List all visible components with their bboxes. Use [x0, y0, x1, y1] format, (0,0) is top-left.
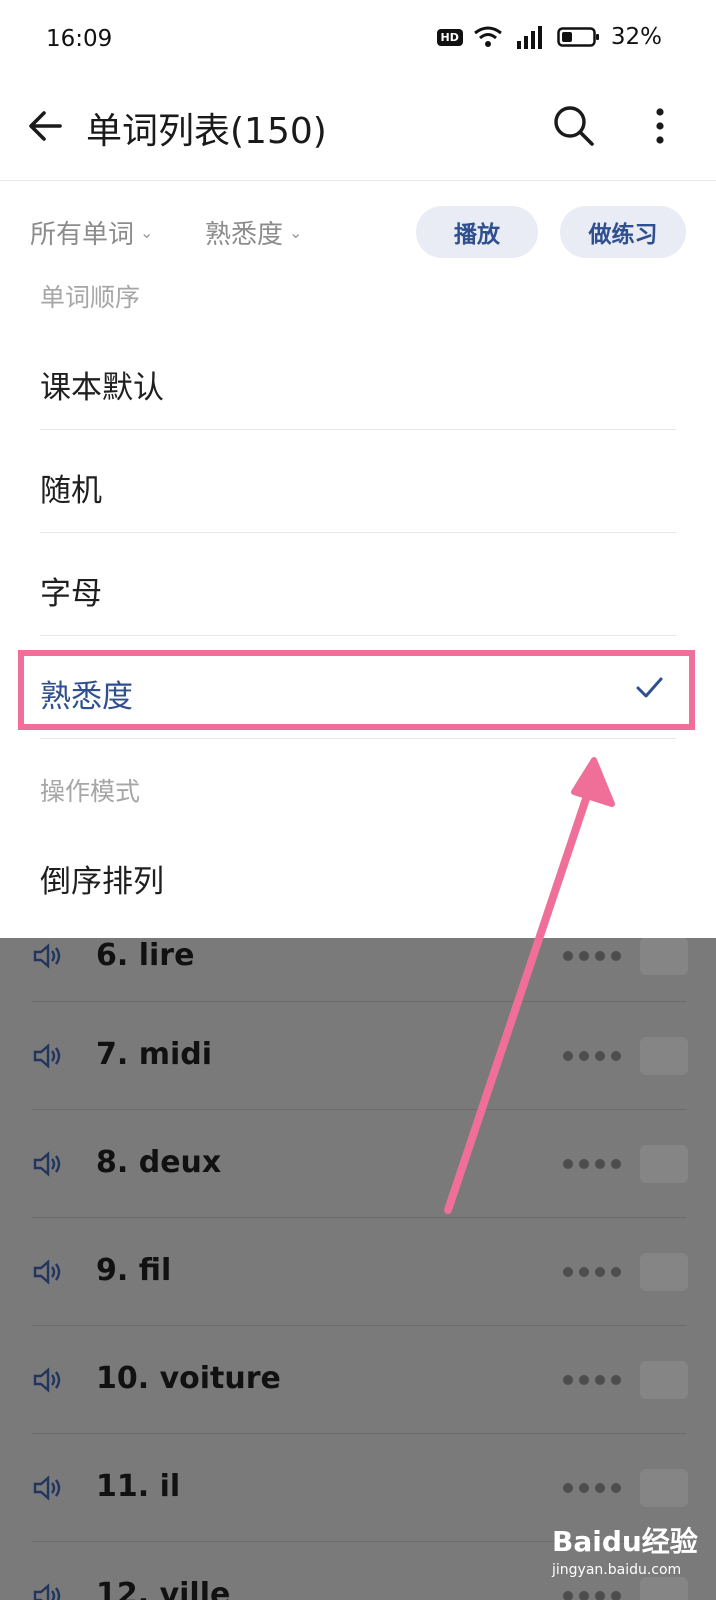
familiarity-dots — [563, 951, 621, 961]
all-words-filter-label: 所有单词 — [30, 220, 135, 250]
familiarity-dots — [563, 1591, 621, 1600]
hd-badge: HD — [436, 28, 463, 46]
practice-button[interactable]: 做练习 — [560, 206, 686, 258]
familiarity-dots — [563, 1159, 621, 1169]
familiarity-dots — [563, 1483, 621, 1493]
option-label: 随机 — [40, 473, 102, 509]
play-word-button[interactable] — [640, 1253, 688, 1291]
familiarity-filter-label: 熟悉度 — [205, 220, 284, 250]
option-label: 字母 — [40, 576, 102, 612]
play-button[interactable]: 播放 — [416, 206, 538, 258]
signal-icon — [516, 26, 542, 49]
list-item[interactable]: 10. voiture — [0, 1326, 716, 1434]
search-icon[interactable] — [550, 102, 596, 148]
option-label: 倒序排列 — [40, 864, 164, 900]
baidu-watermark: Baidu经验 jingyan.baidu.com — [552, 1520, 698, 1578]
speaker-icon[interactable] — [32, 1366, 64, 1394]
word-label: 9. fil — [96, 1253, 172, 1288]
speaker-icon[interactable] — [32, 1582, 64, 1600]
sort-option-random[interactable]: 随机 — [0, 431, 716, 533]
play-word-button[interactable] — [640, 1361, 688, 1399]
status-bar: 16:09 HD 32% — [0, 0, 716, 80]
highlight-box — [18, 650, 695, 730]
all-words-filter[interactable]: 所有单词 ⌄ — [30, 214, 153, 251]
list-item[interactable]: 8. deux — [0, 1110, 716, 1218]
play-word-button[interactable] — [640, 1037, 688, 1075]
familiarity-dots — [563, 1267, 621, 1277]
wifi-icon — [473, 26, 502, 47]
mode-section-title: 操作模式 — [40, 777, 141, 806]
speaker-icon[interactable] — [32, 1042, 64, 1070]
sort-dropdown: 单词顺序 课本默认 随机 字母 熟悉度 操作模式 倒序排列 — [0, 262, 716, 938]
list-item[interactable]: 7. midi — [0, 1002, 716, 1110]
speaker-icon[interactable] — [32, 1150, 64, 1178]
speaker-icon[interactable] — [32, 1474, 64, 1502]
mode-option-reverse[interactable]: 倒序排列 — [0, 822, 716, 924]
word-list-overlay: 6. lire 7. midi 8. deux 9. fil 10. voitu… — [0, 938, 716, 1600]
status-icons: HD 32% — [436, 24, 662, 50]
divider — [40, 738, 676, 739]
battery-icon — [557, 27, 599, 47]
word-label: 8. deux — [96, 1145, 222, 1180]
familiarity-dots — [563, 1375, 621, 1385]
play-word-button[interactable] — [640, 1577, 688, 1600]
sort-option-default[interactable]: 课本默认 — [0, 328, 716, 430]
back-arrow-icon[interactable] — [26, 106, 66, 146]
speaker-icon[interactable] — [32, 1258, 64, 1286]
play-word-button[interactable] — [640, 1469, 688, 1507]
word-label: 11. il — [96, 1469, 181, 1504]
word-label: 10. voiture — [96, 1361, 281, 1396]
chevron-down-icon: ⌄ — [289, 223, 303, 242]
more-vertical-icon[interactable] — [650, 104, 670, 148]
play-word-button[interactable] — [640, 1145, 688, 1183]
word-label: 12. ville — [96, 1577, 231, 1600]
page-title: 单词列表(150) — [86, 111, 327, 152]
divider — [40, 429, 676, 430]
app-bar: 单词列表(150) — [0, 80, 716, 181]
sort-option-alphabet[interactable]: 字母 — [0, 534, 716, 636]
divider — [40, 532, 676, 533]
word-label: 6. lire — [96, 938, 195, 973]
divider — [40, 635, 676, 636]
battery-percent: 32% — [610, 24, 662, 50]
familiarity-dots — [563, 1051, 621, 1061]
word-label: 7. midi — [96, 1037, 213, 1072]
familiarity-filter[interactable]: 熟悉度 ⌄ — [205, 214, 302, 251]
watermark-brand: Baidu经验 — [552, 1525, 698, 1558]
chevron-down-icon: ⌄ — [140, 223, 154, 242]
watermark-url: jingyan.baidu.com — [552, 1562, 682, 1578]
speaker-icon[interactable] — [32, 942, 64, 970]
status-time: 16:09 — [46, 26, 113, 52]
play-word-button[interactable] — [640, 938, 688, 975]
option-label: 课本默认 — [40, 370, 164, 406]
list-item[interactable]: 6. lire — [0, 938, 716, 1002]
sort-section-title: 单词顺序 — [40, 283, 141, 312]
filter-bar: 所有单词 ⌄ 熟悉度 ⌄ 播放 做练习 — [0, 200, 716, 260]
list-item[interactable]: 9. fil — [0, 1218, 716, 1326]
